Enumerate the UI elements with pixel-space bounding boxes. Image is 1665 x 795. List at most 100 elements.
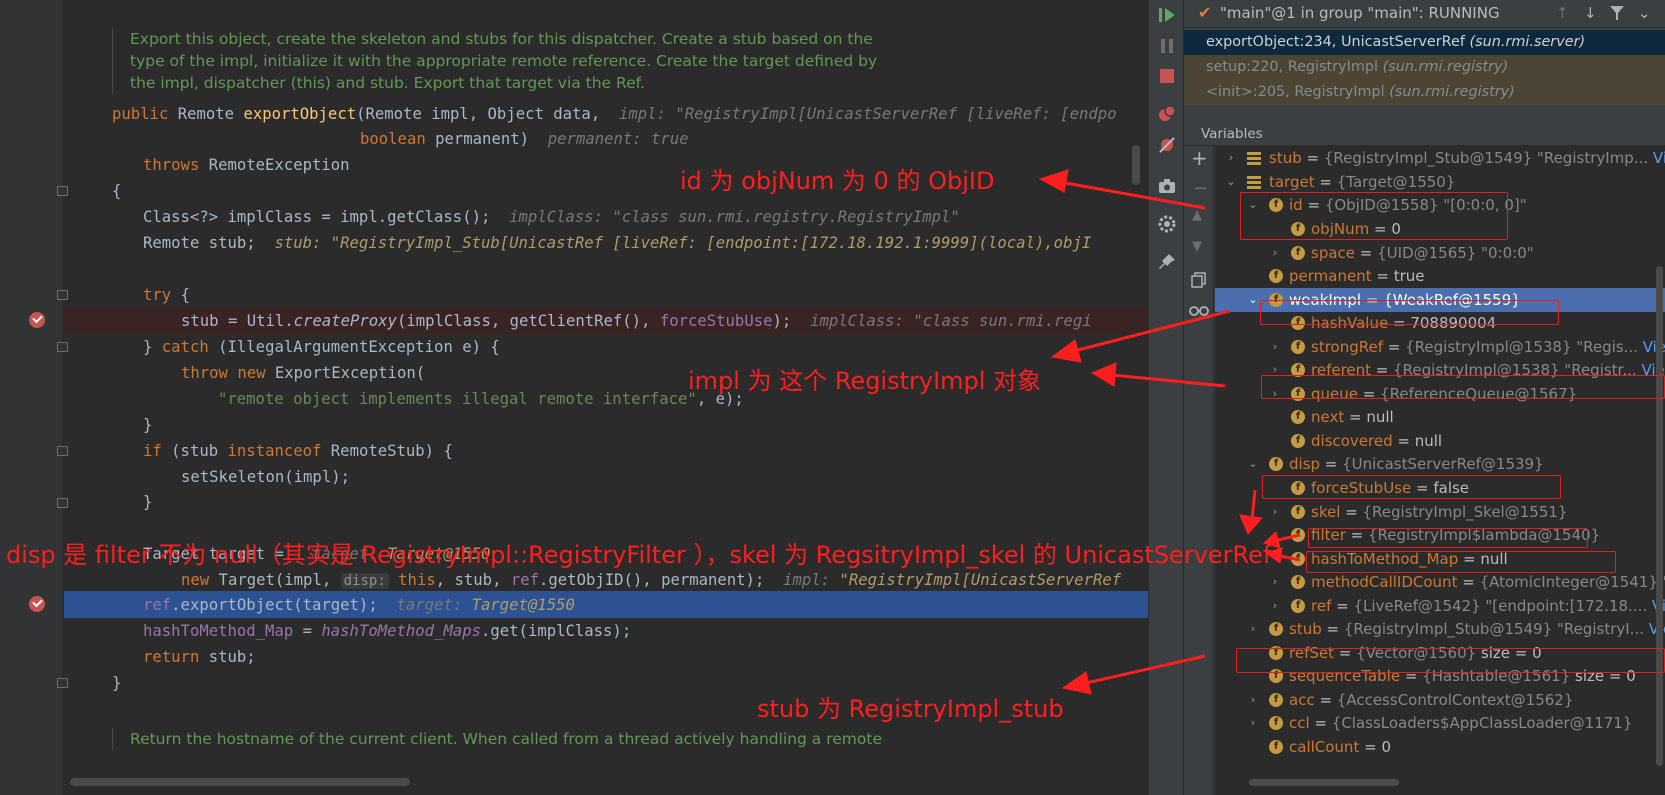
variable-row[interactable]: ⌄ target = {Target@1550} [1215,170,1665,194]
view-breakpoints-icon[interactable] [1157,104,1177,124]
code-line[interactable]: stub = Util.createProxy(implClass, getCl… [181,308,1092,335]
highlight-box [1236,648,1665,673]
code-line[interactable]: Remote stub; stub: "RegistryImpl_Stub[Un… [143,230,1091,257]
copy-icon[interactable] [1191,272,1207,288]
variable-row[interactable]: ⌄ f disp = {UnicastServerRef@1539} [1215,452,1665,476]
code-line[interactable]: try { [143,282,190,309]
collapse-arrow-icon[interactable]: ⌄ [1247,452,1259,476]
remove-watch-icon[interactable]: − [1193,178,1208,199]
variable-row[interactable]: › f acc = {AccessControlContext@1562} [1215,688,1665,712]
fold-marker[interactable] [57,186,68,196]
expand-arrow-icon[interactable]: › [1247,617,1259,641]
code-line[interactable]: "remote object implements illegal remote… [218,386,744,413]
field-icon: f [1291,434,1305,448]
vertical-scrollbar[interactable] [1132,145,1140,185]
add-watch-icon[interactable]: + [1191,146,1208,170]
variable-row[interactable]: f permanent = true [1215,264,1665,288]
frame-item-selected[interactable]: exportObject:234, UnicastServerRef (sun.… [1184,30,1665,55]
code-line-current[interactable]: ref.exportObject(target); target: Target… [143,592,575,619]
settings-gear-icon[interactable] [1157,214,1177,234]
annotation-text: id 为 objNum 为 0 的 ObjID [680,167,995,195]
javadoc-comment: Return the hostname of the current clien… [112,728,902,750]
expand-arrow-icon[interactable]: › [1269,570,1281,594]
code-line[interactable]: throw new ExportException( [181,360,425,387]
thread-selector[interactable]: ✔ "main"@1 in group "main": RUNNING ↑ ↓ … [1184,0,1665,28]
field-icon: f [1269,693,1283,707]
annotation-text: disp 是 filter 不为 null（其实是 RegistryImpl::… [6,541,1272,569]
code-line[interactable]: hashToMethod_Map = hashToMethod_Maps.get… [143,618,631,645]
expand-arrow-icon[interactable]: › [1269,594,1281,618]
field-icon: f [1291,528,1305,542]
fold-marker[interactable] [57,678,68,688]
stop-icon[interactable] [1157,66,1177,86]
frame-item[interactable]: setup:220, RegistryImpl (sun.rmi.registr… [1184,55,1665,80]
fold-marker[interactable] [57,498,68,508]
code-editor[interactable]: Export this object, create the skeleton … [0,0,1148,795]
arrow-down-icon[interactable]: ↓ [1584,0,1597,26]
field-icon: f [1291,410,1305,424]
pause-icon[interactable] [1157,36,1177,56]
code-line[interactable]: return stub; [143,644,256,671]
variable-row[interactable]: › stub = {RegistryImpl_Stub@1549} "Regist… [1215,146,1665,170]
horizontal-scrollbar[interactable] [1249,779,1399,786]
code-line[interactable]: } catch (IllegalArgumentException e) { [143,334,500,361]
field-icon: f [1291,552,1305,566]
breakpoint-icon[interactable] [29,596,45,612]
collapse-arrow-icon[interactable]: ⌄ [1225,170,1237,194]
field-icon: f [1269,716,1283,730]
code-line[interactable]: } [143,412,152,439]
field-icon: f [1269,740,1283,754]
variable-row[interactable]: › f ref = {LiveRef@1542} "[endpoint:[172.1… [1215,594,1665,618]
filter-icon[interactable] [1609,5,1625,21]
field-icon: f [1269,622,1283,636]
breakpoint-icon[interactable] [29,312,45,328]
code-line[interactable]: boolean permanent) permanent: true [360,126,689,153]
expand-arrow-icon[interactable]: › [1269,241,1281,265]
variable-row[interactable]: f discovered = null [1215,429,1665,453]
expand-arrow-icon[interactable]: › [1269,335,1281,359]
fold-marker[interactable] [57,342,68,352]
move-down-icon[interactable]: ▼ [1192,239,1202,254]
code-line[interactable]: new Target(impl, disp: this, stub, ref.g… [181,567,1121,594]
highlight-box [1240,192,1508,240]
variables-header: Variables [1184,122,1665,146]
code-line[interactable]: throws RemoteException [143,152,350,179]
variable-row[interactable]: › f space = {UID@1565} "0:0:0" [1215,241,1665,265]
code-line[interactable]: setSkeleton(impl); [181,464,350,491]
camera-icon[interactable] [1157,176,1177,196]
highlight-box [1261,375,1665,399]
code-line[interactable]: Class<?> implClass = impl.getClass(); im… [143,204,960,231]
horizontal-scrollbar[interactable] [70,778,410,786]
move-up-icon[interactable]: ▲ [1192,208,1202,223]
variable-row[interactable]: › f methodCallIDCount = {AtomicInteger@154… [1215,570,1665,594]
pin-icon[interactable] [1157,252,1177,272]
vertical-scrollbar[interactable] [1656,266,1663,766]
expand-arrow-icon[interactable]: › [1247,711,1259,735]
code-line[interactable]: { [112,178,121,205]
variable-row[interactable]: f callCount = 0 [1215,735,1665,759]
mute-breakpoints-icon[interactable] [1157,135,1177,155]
code-line[interactable]: } [112,670,121,697]
glasses-icon[interactable] [1189,304,1209,318]
chevron-down-icon[interactable]: ⌄ [1638,0,1651,26]
collapse-arrow-icon[interactable]: ⌄ [1247,288,1259,312]
code-line[interactable]: } [143,489,152,516]
expand-arrow-icon[interactable]: › [1225,146,1237,170]
variable-row[interactable]: › f stub = {RegistryImpl_Stub@1549} "Regis… [1215,617,1665,641]
arrow-up-icon[interactable]: ↑ [1556,0,1569,26]
variable-row[interactable]: f next = null [1215,405,1665,429]
thread-status: "main"@1 in group "main": RUNNING [1220,4,1500,22]
variable-row[interactable]: › f ccl = {ClassLoaders$AppClassLoader@117… [1215,711,1665,735]
variable-row[interactable]: › f skel = {RegistryImpl_Skel@1551} [1215,500,1665,524]
variable-row[interactable]: › f strongRef = {RegistryImpl@1538} "Regis… [1215,335,1665,359]
code-line[interactable]: if (stub instanceof RemoteStub) { [143,438,453,465]
fold-marker[interactable] [57,290,68,300]
expand-arrow-icon[interactable]: › [1269,500,1281,524]
code-line[interactable]: public Remote exportObject(Remote impl, … [112,101,1117,128]
variables-tree[interactable]: › stub = {RegistryImpl_Stub@1549} "Regist… [1215,146,1665,795]
editor-gutter[interactable] [0,0,68,795]
resume-icon[interactable] [1157,5,1177,25]
frame-item[interactable]: <init>:205, RegistryImpl (sun.rmi.regist… [1184,80,1665,105]
expand-arrow-icon[interactable]: › [1247,688,1259,712]
fold-marker[interactable] [57,446,68,456]
